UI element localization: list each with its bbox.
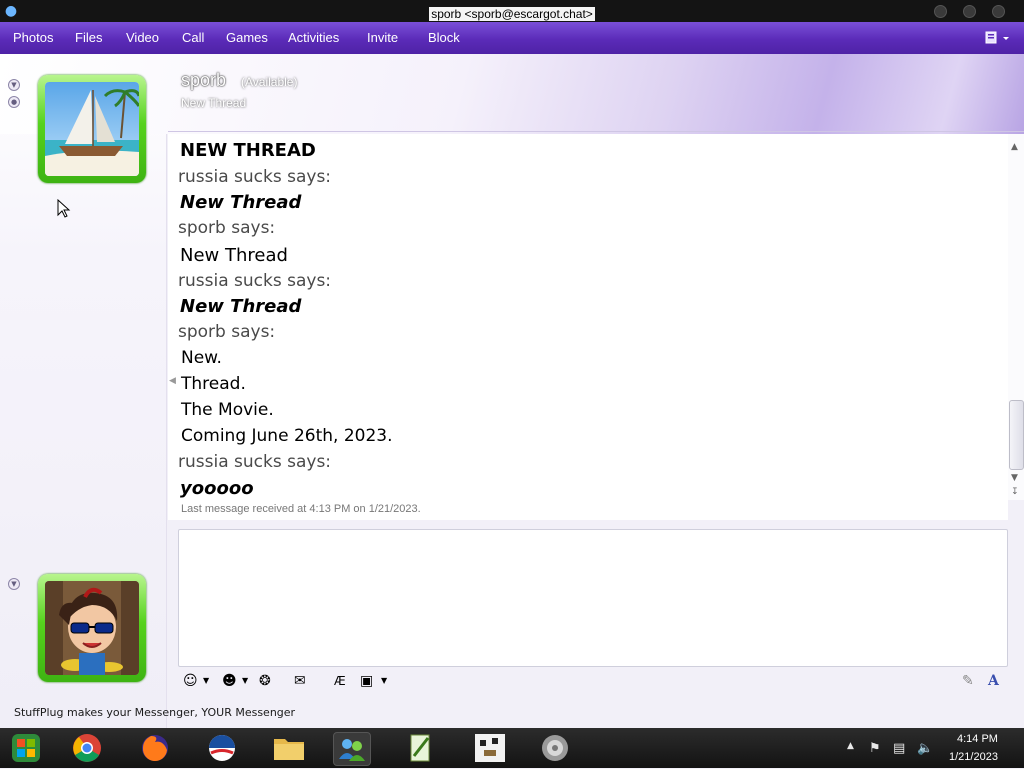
cartoon-character-icon [45, 581, 139, 675]
last-message-timestamp: Last message received at 4:13 PM on 1/21… [181, 503, 421, 515]
action-center-flag-icon[interactable]: ⚑ [869, 741, 881, 756]
sender-line: sporb says: [178, 322, 276, 342]
menu-call[interactable]: Call [182, 30, 204, 45]
message-line: Coming June 26th, 2023. [181, 426, 393, 446]
mouse-cursor-icon [57, 199, 71, 218]
message-line: New Thread [180, 245, 288, 266]
menu-video[interactable]: Video [126, 30, 159, 45]
voice-clip-icon[interactable]: ✉ [294, 671, 306, 691]
my-avatar[interactable] [38, 574, 146, 682]
show-hidden-icons-icon[interactable]: ▲ [847, 741, 854, 751]
menu-files[interactable]: Files [75, 30, 102, 45]
my-avatar-image [45, 581, 139, 675]
collapse-my-pic-button[interactable]: ▼ [8, 578, 20, 590]
collapse-contact-pic-button[interactable]: ▼ [8, 79, 20, 91]
emoticon-dropdown-icon[interactable]: ▼ [203, 671, 209, 691]
handwriting-icon[interactable]: ✎ [962, 671, 974, 691]
sender-line: russia sucks says: [178, 271, 332, 291]
clock-date[interactable]: 1/21/2023 [949, 751, 998, 763]
title-bar: ● sporb <sporb@escargot.chat> [0, 0, 1024, 22]
scroll-up-arrow-icon[interactable]: ▲ [1011, 142, 1018, 152]
options-icon [985, 31, 1009, 44]
volume-icon[interactable]: 🔈 [917, 741, 933, 756]
file-explorer-icon[interactable] [271, 732, 307, 764]
window-title: sporb <sporb@escargot.chat> [429, 7, 595, 21]
stuffplug-tip[interactable]: StuffPlug makes your Messenger, YOUR Mes… [14, 706, 295, 719]
contact-header [0, 54, 1024, 134]
contact-pic-toggle-button[interactable]: ● [8, 96, 20, 108]
menu-invite[interactable]: Invite [367, 30, 398, 45]
menu-games[interactable]: Games [226, 30, 268, 45]
sender-line: russia sucks says: [178, 167, 332, 187]
background-icon[interactable]: ▣ [360, 671, 373, 691]
maximize-button[interactable] [963, 5, 976, 18]
conversation-history[interactable]: NEW THREAD russia sucks says: New Thread… [168, 134, 1008, 520]
menu-bar: Photos Files Video Call Games Activities… [0, 22, 1024, 54]
background-dropdown-icon[interactable]: ▼ [381, 671, 387, 691]
close-button[interactable] [992, 5, 1005, 18]
sidebar-divider [166, 134, 167, 728]
message-line: New Thread [180, 192, 302, 213]
message-line: yooooo [180, 478, 254, 499]
menu-block[interactable]: Block [428, 30, 460, 45]
sender-line: russia sucks says: [178, 452, 332, 472]
obama-logo-icon[interactable] [204, 732, 240, 764]
options-menu-button[interactable] [984, 29, 1014, 47]
scroll-down-arrow-icon[interactable]: ▼ [1011, 473, 1018, 483]
firefox-icon[interactable] [137, 732, 173, 764]
contact-avatar[interactable] [38, 75, 146, 183]
messenger-taskbar-icon[interactable] [333, 732, 371, 766]
speaker-app-icon[interactable] [537, 732, 573, 764]
text-format-icon[interactable]: A [988, 671, 999, 691]
chrome-icon[interactable] [69, 732, 105, 764]
menu-photos[interactable]: Photos [13, 30, 53, 45]
sidebar-toggle-arrow-icon[interactable]: ◀ [169, 376, 176, 386]
message-line: New. [181, 348, 222, 368]
start-orb-icon[interactable] [8, 732, 44, 764]
sailboat-beach-icon [45, 82, 139, 176]
message-line: Thread. [181, 374, 246, 394]
message-line: New Thread [180, 296, 302, 317]
pixel-dog-icon[interactable] [472, 732, 508, 764]
notepad-plus-plus-icon[interactable] [402, 732, 438, 764]
font-icon[interactable]: Æ [334, 671, 346, 691]
wink-icon[interactable]: ☻ [222, 671, 237, 691]
message-line: The Movie. [181, 400, 274, 420]
scroll-end-icon[interactable]: ↧ [1011, 487, 1019, 497]
nudge-icon[interactable]: ❂ [259, 671, 271, 691]
message-line: NEW THREAD [180, 140, 316, 161]
contact-status: (Available) [241, 75, 298, 89]
wink-dropdown-icon[interactable]: ▼ [242, 671, 248, 691]
scrollbar-thumb[interactable] [1009, 400, 1024, 470]
message-compose-input[interactable] [178, 529, 1008, 667]
header-divider [168, 131, 1024, 132]
contact-avatar-image [45, 82, 139, 176]
minimize-button[interactable] [934, 5, 947, 18]
network-icon[interactable]: ▤ [893, 741, 905, 756]
contact-name[interactable]: sporb [181, 70, 226, 91]
clock-time[interactable]: 4:14 PM [957, 733, 998, 745]
contact-personal-message: New Thread [181, 96, 247, 110]
emoticon-icon[interactable]: ☺ [183, 671, 198, 691]
sender-line: sporb says: [178, 218, 276, 238]
menu-activities[interactable]: Activities [288, 30, 339, 45]
